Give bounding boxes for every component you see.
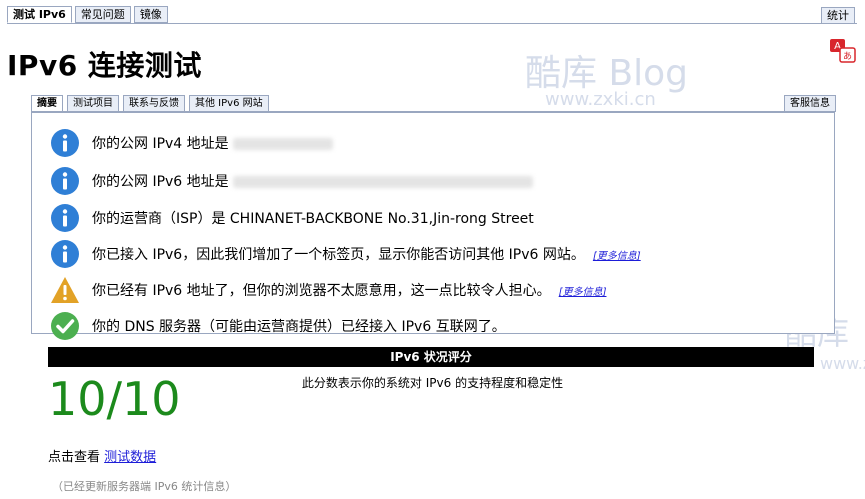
tab-contact[interactable]: 联系与反馈 xyxy=(123,95,185,112)
top-tab-bar: 测试 IPv6 常见问题 镜像 xyxy=(7,6,168,23)
more-info-link[interactable]: [更多信息] xyxy=(559,287,607,298)
info-icon xyxy=(51,240,79,268)
tab-mirror[interactable]: 镜像 xyxy=(133,6,168,23)
page-title: IPv6 连接测试 xyxy=(7,49,202,82)
redacted-ipv6 xyxy=(232,176,533,188)
top-rule xyxy=(7,23,857,24)
watermark-url: www.zxki.cn xyxy=(545,89,656,110)
tab-other-sites[interactable]: 其他 IPv6 网站 xyxy=(189,95,269,112)
test-data-link[interactable]: 测试数据 xyxy=(104,450,156,465)
result-text: 你的公网 IPv6 地址是 xyxy=(92,174,229,190)
tab-tests[interactable]: 测试项目 xyxy=(67,95,119,112)
check-icon xyxy=(51,312,79,340)
result-browser-warning: 你已经有 IPv6 地址了，但你的浏览器不太愿意用，这一点比较令人担心。 [更多信… xyxy=(50,275,606,305)
score-header: IPv6 状况评分 xyxy=(48,347,814,367)
result-isp: 你的运营商（ISP）是 CHINANET-BACKBONE No.31,Jin-… xyxy=(50,203,534,233)
tab-faq[interactable]: 常见问题 xyxy=(74,6,131,23)
score-value: 10/10 xyxy=(48,372,181,426)
result-ipv6-tab: 你已接入 IPv6，因此我们增加了一个标签页，显示你能否访问其他 IPv6 网站… xyxy=(50,239,641,269)
result-text: 你的公网 IPv4 地址是 xyxy=(92,136,229,152)
sub-tab-bar: 摘要 测试项目 联系与反馈 其他 IPv6 网站 xyxy=(31,95,269,112)
redacted-ipv4 xyxy=(232,138,333,150)
test-data-line: 点击查看 测试数据 xyxy=(48,446,156,465)
result-dns: 你的 DNS 服务器（可能由运营商提供）已经接入 IPv6 互联网了。 xyxy=(50,311,506,341)
tab-service-info[interactable]: 客服信息 xyxy=(784,95,836,112)
info-icon xyxy=(51,129,79,157)
result-text: 你的 DNS 服务器（可能由运营商提供）已经接入 IPv6 互联网了。 xyxy=(92,319,506,335)
result-text: 你已经有 IPv6 地址了，但你的浏览器不太愿意用，这一点比较令人担心。 xyxy=(92,283,551,299)
result-ipv4: 你的公网 IPv4 地址是 xyxy=(50,128,333,158)
watermark-side-url: www.z xyxy=(820,354,865,373)
watermark-blog: 酷库 Blog xyxy=(525,53,689,94)
stats-footnote: （已经更新服务器端 IPv6 统计信息） xyxy=(52,480,237,493)
result-ipv6: 你的公网 IPv6 地址是 xyxy=(50,166,533,196)
result-text: 你的运营商（ISP）是 CHINANET-BACKBONE No.31,Jin-… xyxy=(92,211,534,227)
more-info-link[interactable]: [更多信息] xyxy=(593,251,641,262)
result-text: 你已接入 IPv6，因此我们增加了一个标签页，显示你能否访问其他 IPv6 网站… xyxy=(92,247,585,263)
tab-summary[interactable]: 摘要 xyxy=(31,95,63,112)
info-icon xyxy=(51,167,79,195)
translate-icon[interactable]: A あ xyxy=(829,38,857,64)
info-icon xyxy=(51,204,79,232)
svg-text:あ: あ xyxy=(843,51,852,62)
warning-icon xyxy=(51,277,79,303)
tab-test-ipv6[interactable]: 测试 IPv6 xyxy=(7,6,72,23)
test-data-prefix: 点击查看 xyxy=(48,450,101,465)
tab-stats[interactable]: 统计 xyxy=(821,7,855,24)
